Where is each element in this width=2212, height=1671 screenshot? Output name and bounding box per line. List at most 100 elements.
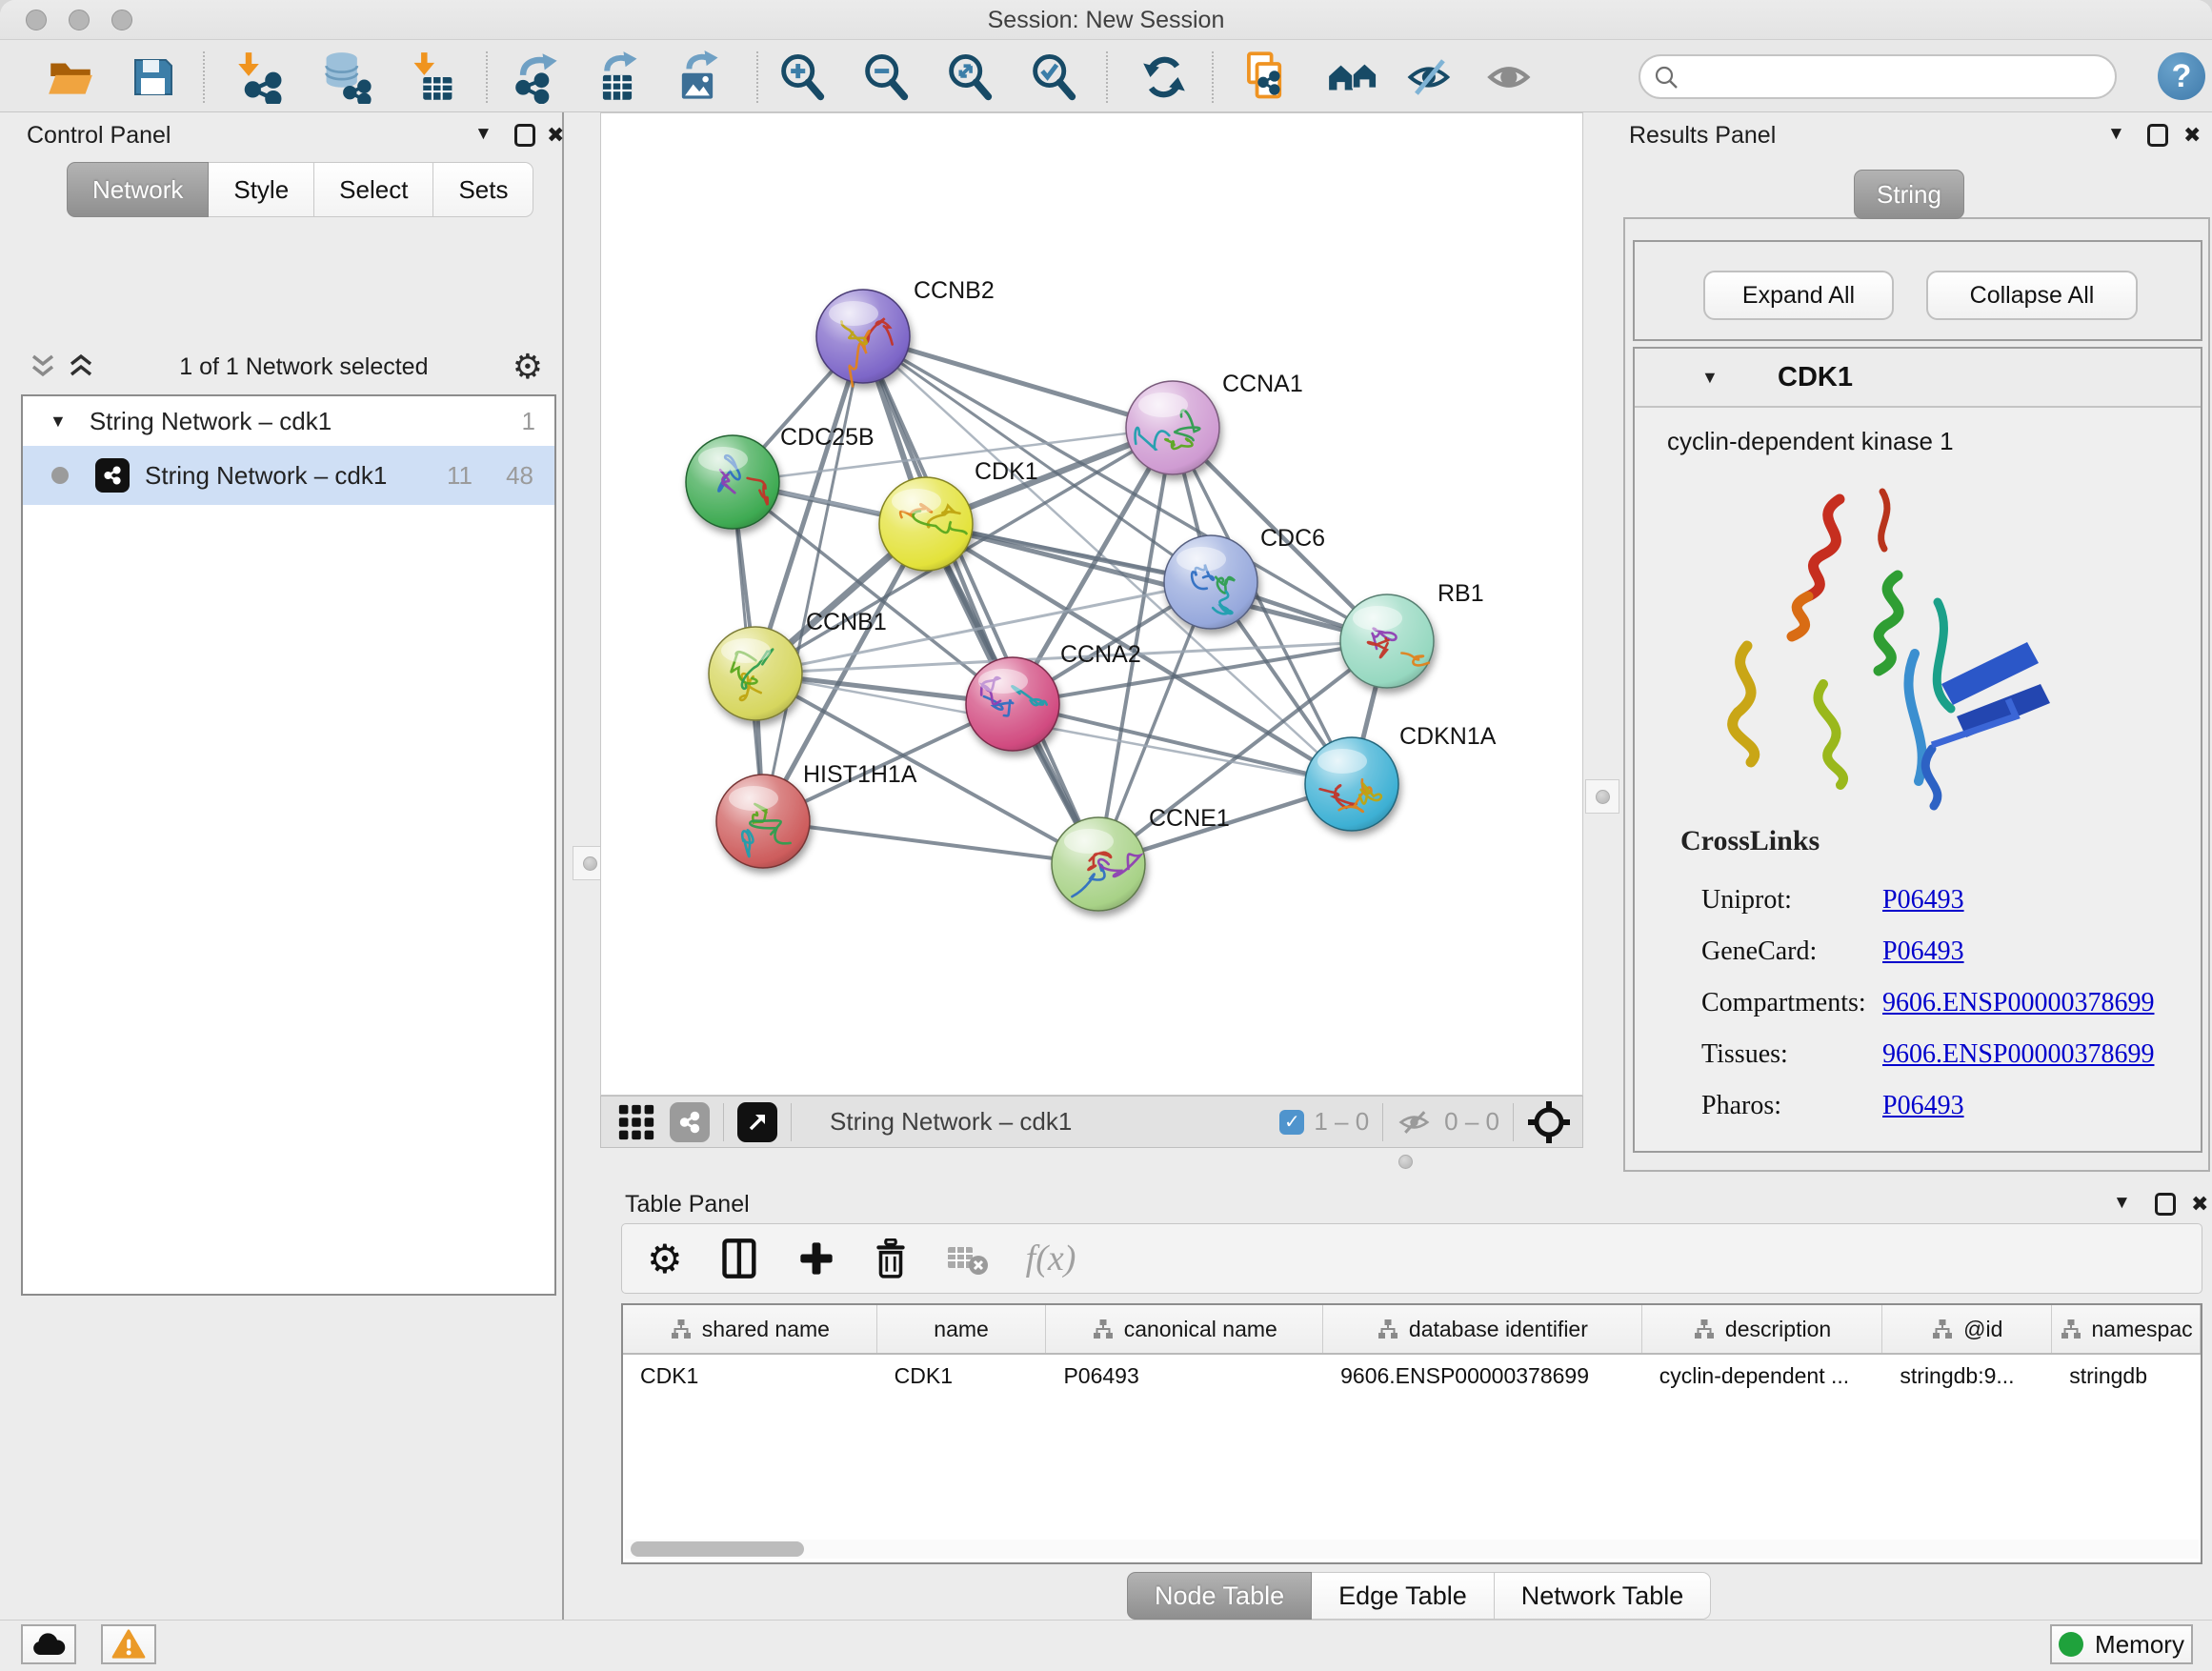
node-CDK1[interactable] xyxy=(879,477,973,571)
export-network-button[interactable] xyxy=(508,50,563,105)
collection-expander-icon[interactable]: ▼ xyxy=(50,412,67,432)
panel-close-icon[interactable]: ✖ xyxy=(2183,124,2201,148)
panel-float-icon[interactable] xyxy=(2147,124,2168,147)
crosslink-pharos-link[interactable]: P06493 xyxy=(1882,1091,1964,1121)
node-HIST1H1A[interactable] xyxy=(716,775,810,868)
scrollbar-thumb[interactable] xyxy=(631,1541,804,1557)
cell-databaseidentifier[interactable]: 9606.ENSP00000378699 xyxy=(1323,1357,1642,1395)
zoom-selected-button[interactable] xyxy=(1026,50,1081,105)
edge-HIST1H1A-CCNE1[interactable] xyxy=(763,821,1098,864)
network-collection-row[interactable]: ▼ String Network – cdk1 1 xyxy=(23,396,554,446)
cell-name[interactable]: CDK1 xyxy=(877,1357,1047,1395)
crosslink-genecard-link[interactable]: P06493 xyxy=(1882,936,1964,967)
panel-close-icon[interactable]: ✖ xyxy=(2191,1193,2208,1217)
panel-close-icon[interactable]: ✖ xyxy=(547,124,564,148)
node-CDC25B[interactable] xyxy=(686,435,779,529)
table-horizontal-scrollbar[interactable] xyxy=(625,1540,2199,1559)
zoom-out-button[interactable] xyxy=(858,50,914,105)
refresh-button[interactable] xyxy=(1136,50,1192,105)
hide-selected-button[interactable] xyxy=(1403,50,1458,105)
edge-CCNB2-CCNA1[interactable] xyxy=(863,336,1173,428)
warnings-button[interactable] xyxy=(101,1624,156,1664)
tab-style[interactable]: Style xyxy=(209,162,314,217)
horizontal-splitter-handle[interactable] xyxy=(1398,1155,1413,1169)
grid-view-icon[interactable] xyxy=(616,1102,656,1142)
crosslink-tissues-link[interactable]: 9606.ENSP00000378699 xyxy=(1882,1039,2154,1070)
expand-all-button[interactable]: Expand All xyxy=(1703,271,1894,320)
cell-namespac[interactable]: stringdb xyxy=(2052,1357,2201,1395)
edge-CCNB2-HIST1H1A[interactable] xyxy=(763,336,863,821)
tab-node-table[interactable]: Node Table xyxy=(1127,1572,1312,1620)
column-header-databaseidentifier[interactable]: database identifier xyxy=(1323,1305,1642,1353)
node-CCNA2[interactable] xyxy=(966,657,1059,751)
tab-network[interactable]: Network xyxy=(67,162,209,217)
cell-canonicalname[interactable]: P06493 xyxy=(1046,1357,1323,1395)
collapse-all-icon[interactable] xyxy=(29,352,57,382)
zoom-fit-button[interactable] xyxy=(942,50,997,105)
search-field[interactable] xyxy=(1639,54,2117,99)
node-CDKN1A[interactable] xyxy=(1305,737,1398,831)
node-table[interactable]: shared namenamecanonical namedatabase id… xyxy=(621,1303,2202,1564)
export-table-button[interactable] xyxy=(590,50,645,105)
open-session-button[interactable] xyxy=(43,50,98,105)
tab-network-table[interactable]: Network Table xyxy=(1495,1572,1712,1620)
fit-selection-crosshair-icon[interactable] xyxy=(1527,1100,1571,1144)
network-list-options-gear-icon[interactable]: ⚙ xyxy=(513,348,543,387)
panel-float-icon[interactable] xyxy=(2155,1193,2176,1216)
memory-button[interactable]: Memory xyxy=(2050,1624,2193,1664)
node-CCNB1[interactable] xyxy=(709,627,802,720)
clone-network-button[interactable] xyxy=(1236,50,1291,105)
delete-table-icon-disabled[interactable] xyxy=(946,1239,990,1278)
protein-card-expander-icon[interactable]: ▼ xyxy=(1701,368,1719,388)
tab-string[interactable]: String xyxy=(1854,170,1964,219)
search-input[interactable] xyxy=(1679,64,2088,91)
network-view-mode-icon[interactable] xyxy=(670,1102,710,1142)
node-RB1[interactable] xyxy=(1340,594,1434,688)
crosslink-uniprot-link[interactable]: P06493 xyxy=(1882,885,1964,916)
network-row-selected[interactable]: String Network – cdk1 11 48 xyxy=(23,446,554,505)
cell-description[interactable]: cyclin-dependent ... xyxy=(1642,1357,1883,1395)
panel-float-icon[interactable] xyxy=(514,124,535,147)
edge-CCNA2-CDKN1A[interactable] xyxy=(1013,704,1352,784)
cell-sharedname[interactable]: CDK1 xyxy=(623,1357,877,1395)
tab-edge-table[interactable]: Edge Table xyxy=(1312,1572,1495,1620)
save-session-button[interactable] xyxy=(125,50,180,105)
column-header-description[interactable]: description xyxy=(1642,1305,1883,1353)
selected-indicator-checkbox-icon[interactable]: ✓ xyxy=(1279,1110,1304,1135)
help-button[interactable]: ? xyxy=(2158,52,2205,100)
tab-sets[interactable]: Sets xyxy=(433,162,533,217)
column-header-name[interactable]: name xyxy=(877,1305,1047,1353)
column-header-canonicalname[interactable]: canonical name xyxy=(1046,1305,1323,1353)
export-image-button[interactable] xyxy=(670,50,725,105)
expand-all-icon[interactable] xyxy=(67,352,95,382)
import-network-database-button[interactable] xyxy=(318,50,373,105)
cloud-services-button[interactable] xyxy=(21,1624,76,1664)
panel-menu-icon[interactable]: ▼ xyxy=(474,124,493,145)
node-CCNA1[interactable] xyxy=(1126,381,1219,474)
column-header-id[interactable]: @id xyxy=(1882,1305,2052,1353)
tab-select[interactable]: Select xyxy=(314,162,433,217)
node-CDC6[interactable] xyxy=(1164,535,1257,629)
network-graph[interactable]: CCNB2CCNA1CDC25BCDK1CDC6RB1CCNB1CCNA2CDK… xyxy=(601,113,1582,1095)
birds-eye-view-icon[interactable] xyxy=(737,1102,777,1142)
add-column-icon[interactable] xyxy=(797,1239,835,1278)
zoom-in-button[interactable] xyxy=(774,50,830,105)
network-canvas[interactable]: CCNB2CCNA1CDC25BCDK1CDC6RB1CCNB1CCNA2CDK… xyxy=(600,112,1583,1096)
panel-menu-icon[interactable]: ▼ xyxy=(2107,124,2125,145)
protein-card-header[interactable]: ▼ CDK1 xyxy=(1635,349,2201,408)
function-builder-icon-disabled[interactable]: f(x) xyxy=(1026,1238,1076,1279)
crosslink-compartments-link[interactable]: 9606.ENSP00000378699 xyxy=(1882,988,2154,1018)
column-header-namespac[interactable]: namespac xyxy=(2052,1305,2201,1353)
panel-menu-icon[interactable]: ▼ xyxy=(2113,1193,2131,1214)
delete-column-trash-icon[interactable] xyxy=(872,1238,910,1278)
import-table-file-button[interactable] xyxy=(406,50,461,105)
collapse-all-button[interactable]: Collapse All xyxy=(1926,271,2138,320)
right-splitter-handle[interactable] xyxy=(1585,779,1619,814)
table-row[interactable]: CDK1CDK1P064939606.ENSP00000378699cyclin… xyxy=(623,1357,2201,1395)
first-neighbors-button[interactable] xyxy=(1325,50,1380,105)
cell-id[interactable]: stringdb:9... xyxy=(1882,1357,2052,1395)
table-options-gear-icon[interactable]: ⚙ xyxy=(647,1236,683,1282)
show-all-button[interactable] xyxy=(1483,50,1538,105)
column-header-sharedname[interactable]: shared name xyxy=(623,1305,877,1353)
node-CCNE1[interactable] xyxy=(1052,817,1145,911)
